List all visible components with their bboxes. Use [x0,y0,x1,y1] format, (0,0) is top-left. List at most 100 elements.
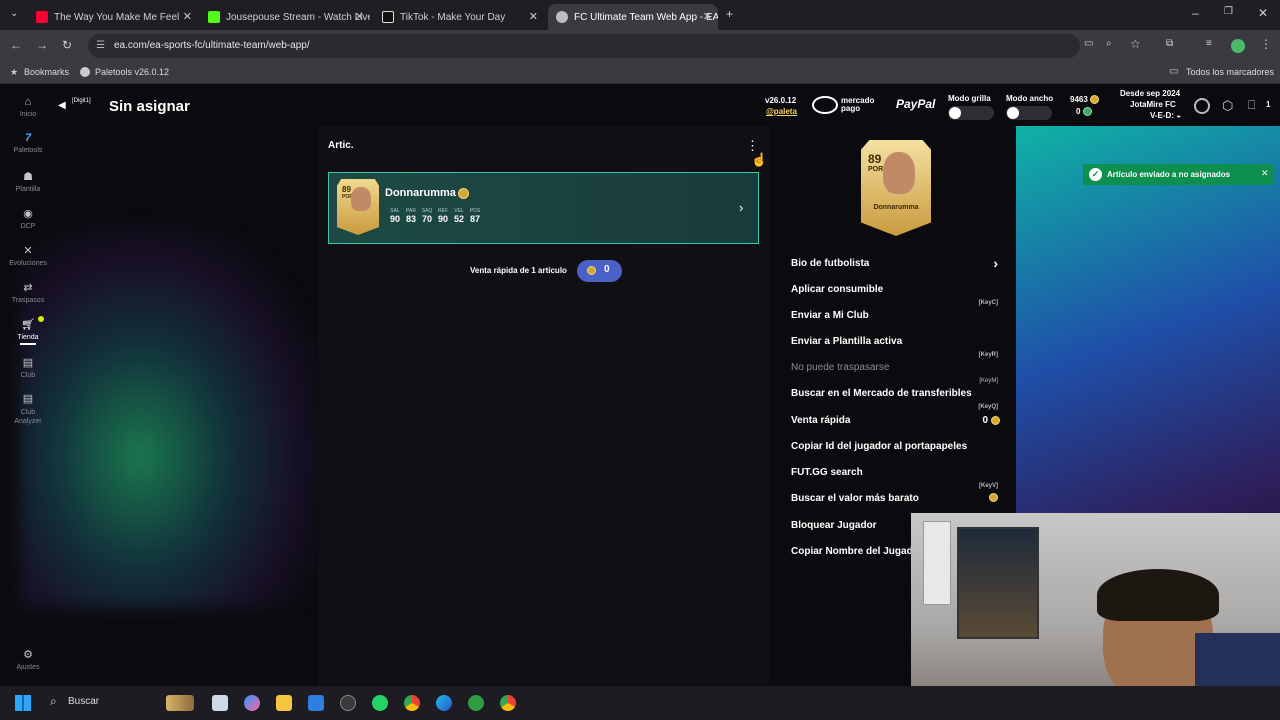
chevron-right-icon[interactable]: › [739,200,743,215]
tab-list-icon[interactable]: ⌄ [10,8,18,19]
menu-item[interactable]: Copiar Id del jugador al portapapeles [791,441,1008,457]
wall-item [923,521,951,605]
back-icon[interactable]: ← [10,38,22,52]
gear-icon: ⚙ [23,649,33,661]
keyboard-shortcut-hint: [KeyQ] [978,404,998,410]
tab-tiktok[interactable]: TikTok - Make Your Day ✕ [374,4,544,30]
tab-title: The Way You Make Me Feel [54,11,180,23]
windows-start-icon[interactable] [15,695,31,711]
club-record: V-E-D: ◒ [1150,111,1181,120]
tab-kick[interactable]: Jousepouse Stream - Watch Live ✕ [200,4,370,30]
sidebar-item-club[interactable]: ▤ Club [0,356,56,379]
reload-icon[interactable]: ↻ [62,38,72,52]
sidebar-item-ajustes[interactable]: ⚙ Ajustes [0,648,56,671]
stat-column: SAL 90 [387,208,403,224]
xbox-icon[interactable] [468,695,484,711]
install-app-icon[interactable]: ▭ [1084,38,1093,49]
close-icon[interactable]: ✕ [529,10,538,23]
club-badge-icon [1194,98,1210,114]
player-portrait [351,187,371,211]
sidebar-item-club-analyzer[interactable]: ▤ Club Analyzer [0,392,56,426]
task-view-icon[interactable] [212,695,228,711]
player-item-row[interactable]: 89 POR Donnarumma SAL 90 PAR 83 SAQ 70 REF 90 VE… [328,172,759,244]
close-icon[interactable]: ✕ [355,10,364,23]
handle-link[interactable]: @paleta [766,107,797,116]
handshake-icon [812,96,838,114]
menu-item[interactable]: Bio de futbolista › [791,255,1008,274]
close-icon[interactable]: ✕ [703,10,712,23]
new-tab-icon[interactable]: + [726,7,733,21]
bookmark-bookmarks[interactable]: Bookmarks [24,67,69,77]
coin-icon [991,415,1000,425]
bookmark-paletools[interactable]: Paletools v26.0.12 [95,67,169,77]
whatsapp-icon[interactable] [372,695,388,711]
stat-value: 90 [389,214,400,224]
menu-kebab-icon[interactable]: ⋮ [1260,37,1272,51]
menu-item[interactable]: Venta rápida 0 [791,415,1008,431]
sidebar-item-inicio[interactable]: ⌂ Inicio [0,96,56,118]
chevron-right-icon: › [993,255,998,271]
sidebar-item-traspasos[interactable]: ⇄ Traspasos [0,281,56,304]
chrome-icon[interactable] [404,695,420,711]
reading-list-icon[interactable]: ≡ [1206,38,1212,49]
taskbar-search-input[interactable]: Buscar [68,696,99,707]
site-info-icon[interactable]: ☰ [96,34,105,58]
app-icon[interactable] [340,695,356,711]
paypal-button[interactable]: PayPal [896,97,935,111]
notifications-icon[interactable]: ⎕ [1248,98,1255,113]
close-icon[interactable]: ✕ [183,10,192,23]
quick-sell-button[interactable]: 0 [577,260,622,282]
bookmarks-star-icon: ★ [10,67,19,77]
keyboard-shortcut-hint: [KeyV] [978,483,998,489]
menu-item[interactable]: Buscar en el Mercado de transferibles [Ke… [791,388,1008,410]
widgets-icon[interactable] [166,695,194,711]
store-icon: 🛒︎ [21,319,35,331]
minimize-icon[interactable]: – [1192,6,1199,20]
sidebar-item-paletools[interactable]: 7 Paletools [0,132,56,154]
edge-icon[interactable] [436,695,452,711]
file-explorer-icon[interactable] [276,695,292,711]
profile-avatar[interactable] [1231,39,1245,53]
sidebar-item-dcp[interactable]: ◉ DCP [0,207,56,230]
poster-image [957,527,1039,639]
sidebar-item-tienda[interactable]: 🛒︎ Tienda [0,316,56,345]
paletools-icon: 7 [24,132,32,144]
sidebar-item-label: Evoluciones [9,260,47,267]
bookmark-star-icon[interactable]: ☆ [1130,37,1141,51]
menu-item-label: Enviar a Plantilla activa [791,336,903,347]
menu-item[interactable]: Buscar el valor más barato [791,493,1008,509]
back-button[interactable]: ◀ [58,100,66,111]
stat-column: VEL 52 [451,208,467,224]
wide-mode-toggle[interactable] [1006,106,1052,120]
all-bookmarks-link[interactable]: Todos los marcadores [1186,67,1274,77]
tab-ea-fc[interactable]: FC Ultimate Team Web App - EA ✕ [548,4,718,30]
menu-item-label: Bio de futbolista [791,258,870,269]
squad-icon: ☗ [23,171,33,183]
mercado-pago-button[interactable]: mercado pago [812,94,886,116]
url-field[interactable]: ☰ ea.com/ea-sports-fc/ultimate-team/web-… [88,34,1080,58]
sidebar-item-plantilla[interactable]: ☗ Plantilla [0,170,56,193]
menu-item[interactable]: Aplicar consumible [KeyC] [791,284,1008,306]
window-close-icon[interactable]: ✕ [1258,6,1268,20]
search-icon[interactable]: ⌕ [50,694,57,709]
menu-item[interactable]: Enviar a Mi Club [791,310,1008,326]
fc-logo-icon: ⬡ [1222,98,1234,113]
close-icon[interactable]: ✕ [1261,168,1269,179]
store-app-icon[interactable] [308,695,324,711]
menu-item[interactable]: FUT.GG search [KeyV] [791,467,1008,489]
sidebar-item-evoluciones[interactable]: ✕ Evoluciones [0,244,56,267]
menu-item-label: FUT.GG search [791,467,863,478]
forward-icon[interactable]: → [36,38,48,52]
version-label: v26.0.12 [765,96,797,105]
zoom-icon[interactable]: ⌕ [1106,38,1112,49]
player-card-thumbnail[interactable]: 89 POR [337,179,379,235]
grid-mode-toggle[interactable] [948,106,994,120]
copilot-icon[interactable] [244,695,260,711]
maximize-icon[interactable]: ❐ [1224,6,1233,17]
extensions-icon[interactable]: ⧉ [1166,38,1173,49]
tab-youtube[interactable]: The Way You Make Me Feel ✕ [28,4,198,30]
menu-item[interactable]: Enviar a Plantilla activa [KeyR] [791,336,1008,358]
member-since: Desde sep 2024 [1120,89,1181,98]
chrome-active-icon[interactable] [500,695,516,711]
evolutions-icon: ✕ [23,245,33,257]
